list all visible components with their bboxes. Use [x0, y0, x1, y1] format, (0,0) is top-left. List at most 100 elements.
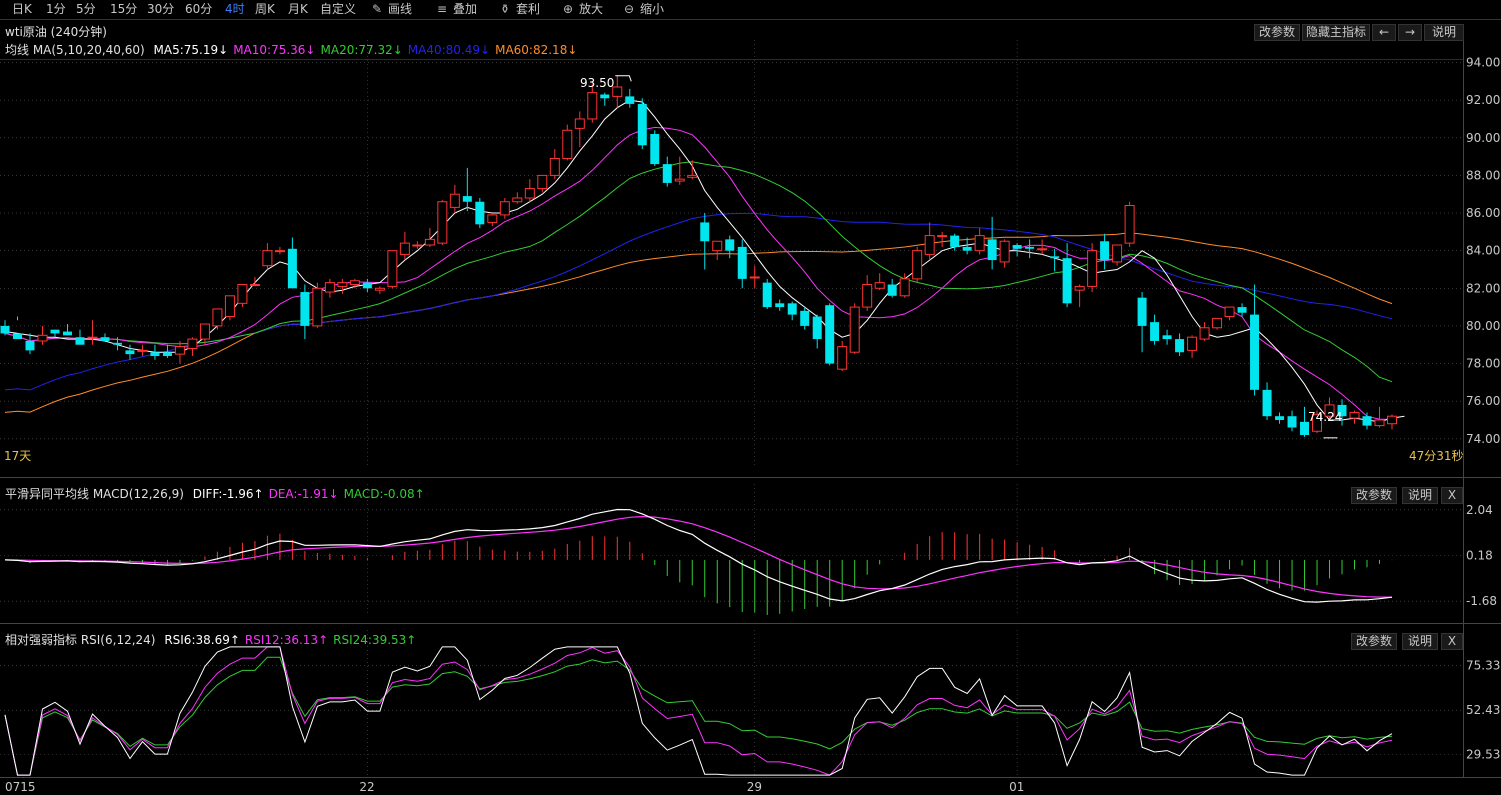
rsi-legend: 相对强弱指标 RSI(6,12,24) RSI6:38.69↑ RSI12:36.… [5, 633, 416, 647]
candle-body-up [924, 235, 935, 255]
candle-body-down [762, 282, 772, 308]
rsi-help-button[interactable]: 说明 [1402, 633, 1438, 650]
days-label: 17天 [4, 449, 32, 463]
macd-value-1: DEA:-1.91↓ [268, 487, 339, 501]
candle-body-up [399, 242, 410, 255]
candle-body-up [212, 308, 223, 327]
candle-body-up [687, 174, 698, 178]
price-tick-label: 76.00 [1466, 394, 1500, 408]
main-change-params-button[interactable]: 改参数 [1254, 24, 1300, 41]
rsi-tick-label: 52.43 [1466, 703, 1500, 717]
price-tick-label: 90.00 [1466, 131, 1500, 145]
candle-body-down [1362, 416, 1372, 426]
price-tick-label: 86.00 [1466, 206, 1500, 220]
main-help-button[interactable]: 说明 [1424, 24, 1464, 41]
price-tick-label: 84.00 [1466, 244, 1500, 258]
ma10-line [4, 126, 1392, 420]
candle-body-down [162, 352, 172, 357]
candle-body-up [1387, 415, 1397, 425]
candle-body-up [199, 323, 210, 340]
main-chart-header: wti原油 (240分钟) 改参数 隐藏主指标 ← → 说明 [0, 22, 1501, 41]
candle-body-up [1224, 306, 1235, 317]
candle-body-up [1349, 411, 1360, 419]
candle-body-down [0, 325, 10, 334]
countdown-label: 47分31秒 [1409, 449, 1464, 463]
candle-body-down [1175, 339, 1185, 353]
candle-body-down [950, 235, 960, 247]
candle-body-up [499, 201, 510, 216]
candle-body-down [1287, 416, 1297, 428]
candle-body-up [1074, 285, 1085, 291]
candle-body-down [962, 246, 972, 251]
ma-value-3: MA40:80.49↓ [407, 43, 491, 57]
candle-body-down [1162, 335, 1172, 340]
ma-value-4: MA60:82.18↓ [495, 43, 578, 57]
candle-body-up [37, 334, 48, 342]
candle-body-down [462, 196, 472, 202]
candle-body-down [112, 342, 122, 345]
candle-body-down [1137, 297, 1147, 326]
candle-body-down [50, 329, 60, 334]
macd-help-button[interactable]: 说明 [1402, 487, 1438, 504]
candle-body-up [449, 193, 460, 208]
candle-body-down [1275, 416, 1285, 420]
candle-body-down [25, 340, 35, 351]
date-tick-label: 22 [359, 780, 374, 794]
candle-body-down [1050, 256, 1060, 259]
price-tick-label: 88.00 [1466, 168, 1500, 182]
candle-body-down [1262, 389, 1272, 417]
candle-body-up [537, 174, 548, 190]
macd-value-0: DIFF:-1.96↑ [192, 487, 264, 501]
candle-body-down [75, 337, 85, 345]
date-tick-label: 01 [1009, 780, 1024, 794]
hide-main-indicator-button[interactable]: 隐藏主指标 [1302, 24, 1370, 41]
scroll-left-button[interactable]: ← [1372, 24, 1396, 41]
candle-body-up [424, 238, 435, 246]
macd-tick-label: 2.04 [1466, 503, 1493, 517]
candle-body-up [337, 282, 348, 287]
candle-body-down [1237, 307, 1247, 313]
candle-body-down [475, 201, 485, 225]
candle-body-up [1374, 419, 1385, 427]
candle-body-up [712, 240, 723, 252]
high-price-label: 93.50 [580, 76, 615, 90]
candle-body-up [274, 250, 285, 253]
candle-body-up [262, 250, 273, 267]
candle-body-down [737, 246, 747, 279]
candle-body-down [150, 352, 160, 357]
rsi-change-params-button[interactable]: 改参数 [1351, 633, 1397, 650]
date-tick-label: 0715 [5, 780, 36, 794]
candle-body-up [87, 336, 98, 339]
macd-tick-label: 0.18 [1466, 548, 1493, 562]
price-tick-label: 78.00 [1466, 357, 1500, 371]
rsi-close-button[interactable]: X [1441, 633, 1463, 650]
candle-body-down [825, 305, 835, 364]
candle-body-up [324, 282, 335, 293]
macd-legend: 平滑异同平均线 MACD(12,26,9) DIFF:-1.96↑ DEA:-1.… [5, 487, 425, 501]
ma-value-2: MA20:77.32↓ [320, 43, 403, 57]
candle-body-down [625, 96, 635, 104]
macd-close-button[interactable]: X [1441, 487, 1463, 504]
macd-tick-label: -1.68 [1466, 594, 1497, 608]
price-tick-label: 92.00 [1466, 93, 1500, 107]
candle-body-up [1124, 205, 1135, 244]
candle-body-down [1062, 258, 1072, 304]
candle-body-down [300, 292, 310, 326]
candle-body-up [1087, 250, 1098, 287]
candle-body-up [874, 282, 885, 289]
rsi-tick-label: 29.53 [1466, 748, 1500, 762]
macd-change-params-button[interactable]: 改参数 [1351, 487, 1397, 504]
candle-body-down [812, 316, 822, 340]
candle-body-up [862, 284, 873, 308]
ma-value-0: MA5:75.19↓ [153, 43, 229, 57]
price-tick-label: 74.00 [1466, 432, 1500, 446]
candle-body-up [487, 214, 498, 223]
arrow-right-icon: → [1404, 25, 1416, 39]
candle-body-up [562, 129, 573, 159]
rsi-tick-label: 75.33 [1466, 659, 1500, 673]
candle-body-up [974, 235, 985, 252]
candle-body-down [650, 134, 660, 165]
candle-body-up [387, 250, 398, 287]
scroll-right-button[interactable]: → [1398, 24, 1422, 41]
candle-body-down [700, 222, 710, 242]
